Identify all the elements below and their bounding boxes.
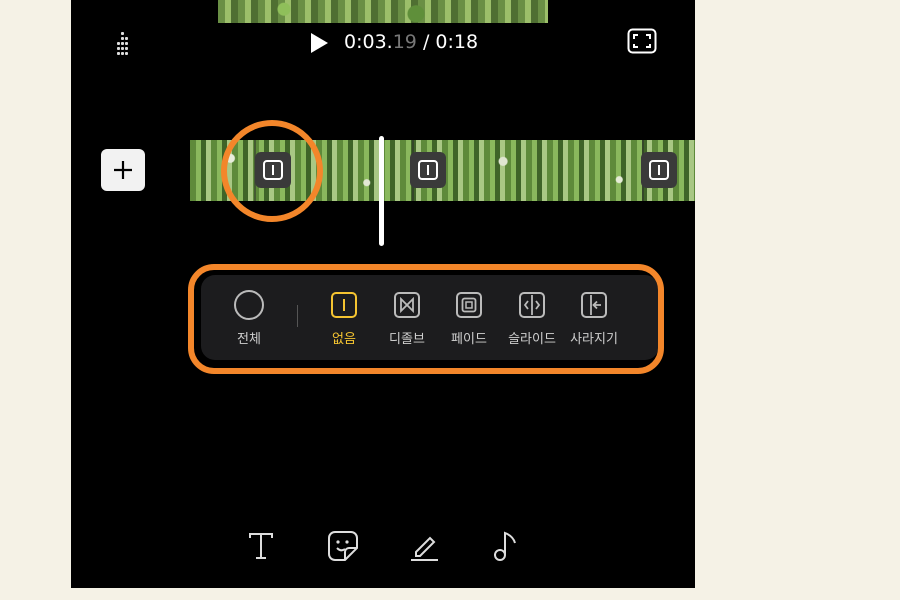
none-transition-icon: [418, 160, 438, 180]
transition-marker[interactable]: [641, 152, 677, 188]
play-icon: [311, 33, 328, 53]
text-tool-button[interactable]: [243, 528, 279, 564]
add-clip-button[interactable]: [101, 149, 145, 191]
draw-icon: [411, 536, 438, 561]
plus-icon: [114, 161, 132, 179]
time-current-fraction: 19: [392, 31, 417, 53]
player-bar: 0:03.19 / 0:18: [71, 28, 695, 60]
transition-marker[interactable]: [410, 152, 446, 188]
fullscreen-icon: [627, 28, 657, 54]
highlight-box: [188, 264, 664, 374]
music-button[interactable]: [487, 528, 523, 564]
time-current: 0:03.: [344, 31, 393, 53]
play-button[interactable]: [309, 32, 329, 54]
text-tool-icon: [249, 533, 273, 559]
grid-menu-icon[interactable]: [115, 30, 131, 58]
time-total: / 0:18: [422, 31, 479, 53]
music-icon: [494, 531, 516, 561]
bottom-toolbar: [71, 528, 695, 564]
sticker-icon: [328, 531, 358, 561]
editor-screen: 0:03.19 / 0:18 전체 없음 디졸브 페이드 슬라이드 사라지기: [71, 0, 695, 588]
fullscreen-button[interactable]: [627, 28, 657, 56]
video-preview: [218, 0, 548, 23]
playhead[interactable]: [379, 136, 384, 246]
none-transition-icon: [649, 160, 669, 180]
highlight-circle: [221, 120, 323, 222]
time-readout: 0:03.19 / 0:18: [344, 31, 478, 53]
sticker-button[interactable]: [325, 528, 361, 564]
draw-tool-button[interactable]: [406, 528, 442, 564]
